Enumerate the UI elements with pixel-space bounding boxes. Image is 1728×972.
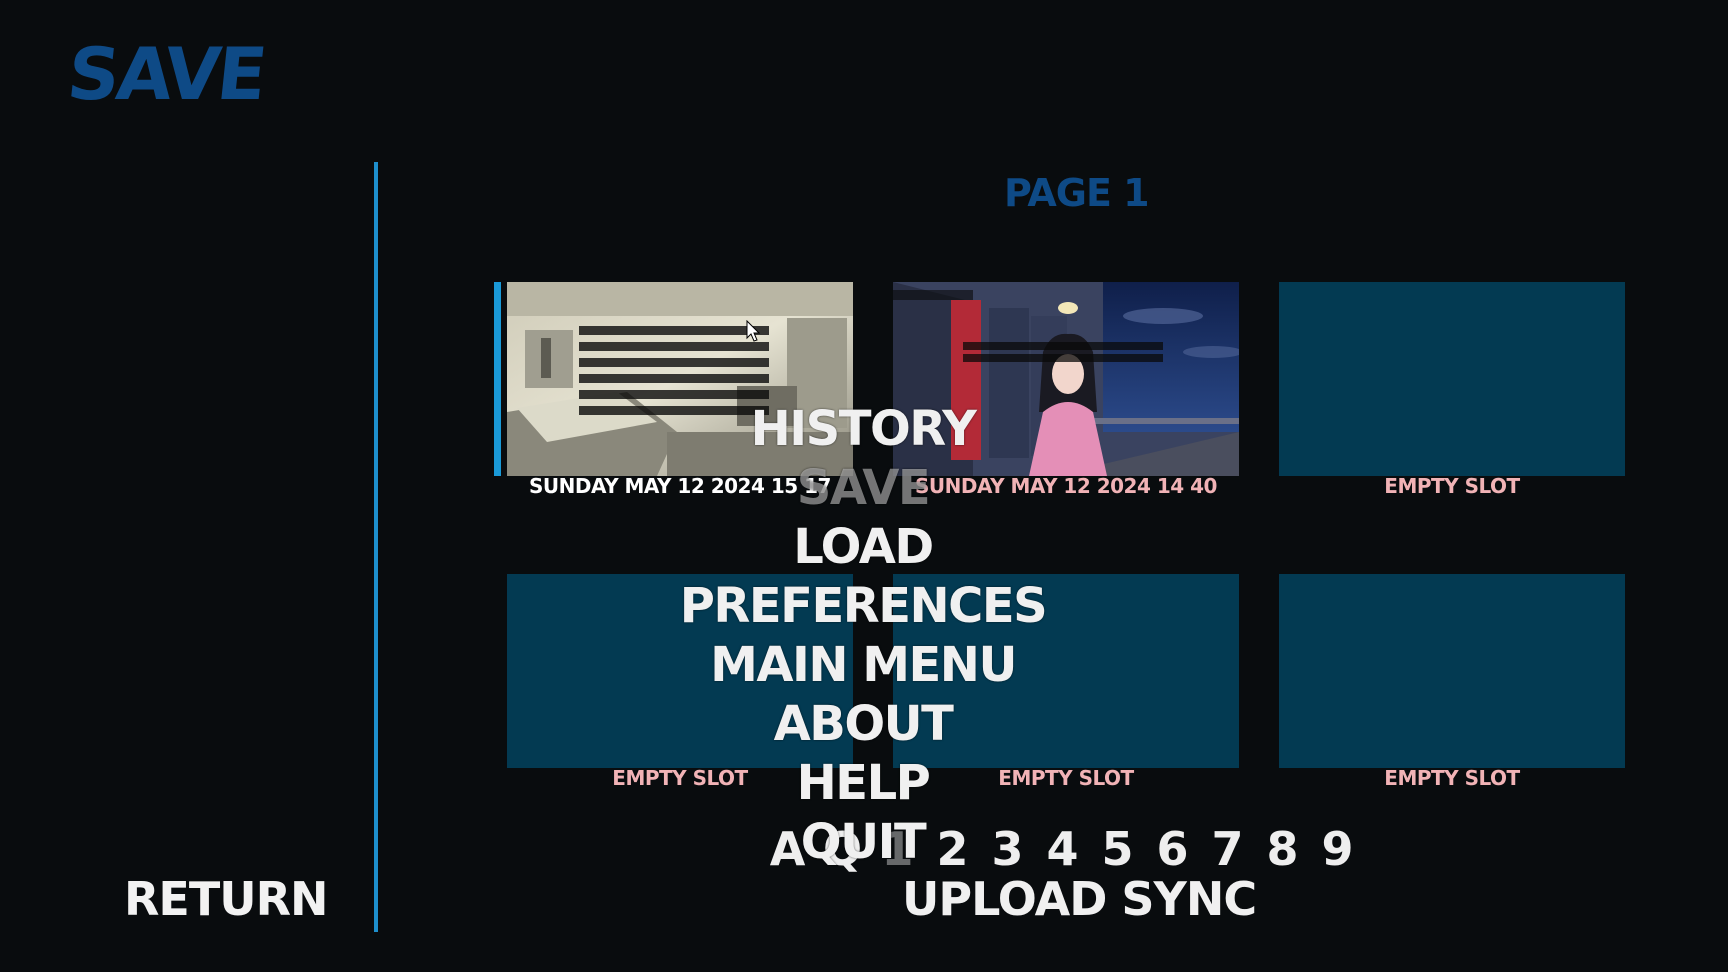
nav-load[interactable]: LOAD	[608, 518, 1118, 577]
page-title: PAGE 1	[1004, 171, 1150, 215]
screen-title: SAVE	[63, 32, 269, 116]
game-menu-navigation: HISTORY SAVE LOAD PREFERENCES MAIN MENU …	[608, 400, 1118, 872]
save-slot-3[interactable]	[1279, 282, 1625, 476]
return-button[interactable]: RETURN	[124, 876, 328, 922]
nav-about[interactable]: ABOUT	[608, 695, 1118, 754]
page-6[interactable]: 6	[1145, 822, 1200, 876]
mouse-cursor-icon	[746, 320, 760, 342]
page-8[interactable]: 8	[1255, 822, 1310, 876]
navigation-divider	[374, 162, 378, 932]
upload-sync-button[interactable]: UPLOAD SYNC	[902, 876, 1257, 922]
slot-6-label: EMPTY SLOT	[1384, 766, 1520, 790]
nav-history[interactable]: HISTORY	[608, 400, 1118, 459]
nav-preferences[interactable]: PREFERENCES	[608, 577, 1118, 636]
selected-slot-indicator	[494, 282, 501, 476]
slot-3-label: EMPTY SLOT	[1384, 474, 1520, 498]
page-9[interactable]: 9	[1310, 822, 1365, 876]
save-slot-6[interactable]	[1279, 574, 1625, 768]
nav-main-menu[interactable]: MAIN MENU	[608, 636, 1118, 695]
page-7[interactable]: 7	[1200, 822, 1255, 876]
nav-quit[interactable]: QUIT	[608, 813, 1118, 872]
save-screen: SAVE RETURN PAGE 1 SUNDAY MAY 12 2024 15…	[0, 0, 1728, 972]
nav-help[interactable]: HELP	[608, 754, 1118, 813]
nav-save[interactable]: SAVE	[608, 459, 1118, 518]
